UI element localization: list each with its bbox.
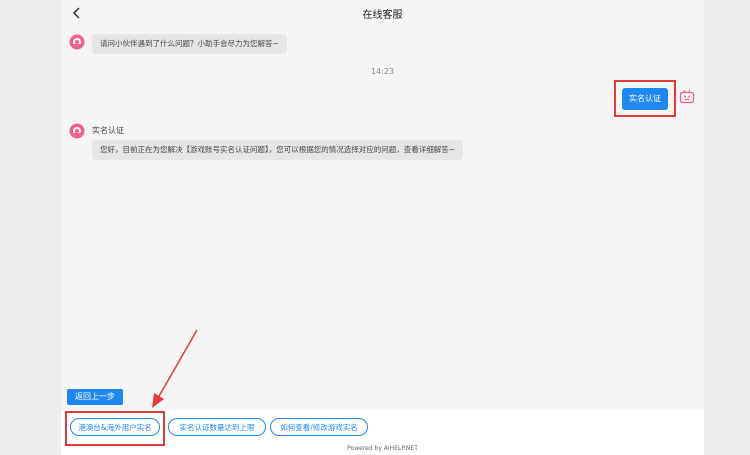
powered-by: Powered by AIHELP.NET (347, 445, 418, 452)
user-message: 实名认证 (622, 88, 668, 110)
back-step-button[interactable]: 返回上一步 (67, 389, 123, 405)
bot-sender-name: 实名认证 (92, 126, 124, 135)
quick-reply-limit[interactable]: 实名认证数量达到上限 (168, 418, 266, 436)
chat-panel: 在线客服 请问小伙伴遇到了什么问题？小助手会尽力为您解答~ 14:23 实名认证… (61, 0, 704, 455)
bot-icon (679, 89, 695, 104)
highlight-box-quick-reply (65, 411, 165, 446)
bot-reply-message: 您好，目前正在为您解决【游戏账号实名认证问题】，您可以根据您的情况选择对应的问题… (92, 140, 464, 160)
quick-reply-modify[interactable]: 如何查看/修改游戏实名 (270, 418, 368, 436)
assistant-avatar-icon (69, 34, 85, 50)
assistant-avatar-icon (69, 123, 85, 139)
page-title: 在线客服 (362, 10, 403, 21)
greeting-message: 请问小伙伴遇到了什么问题？小助手会尽力为您解答~ (92, 34, 287, 54)
message-time: 14:23 (370, 67, 395, 76)
chat-header: 在线客服 (61, 0, 704, 26)
